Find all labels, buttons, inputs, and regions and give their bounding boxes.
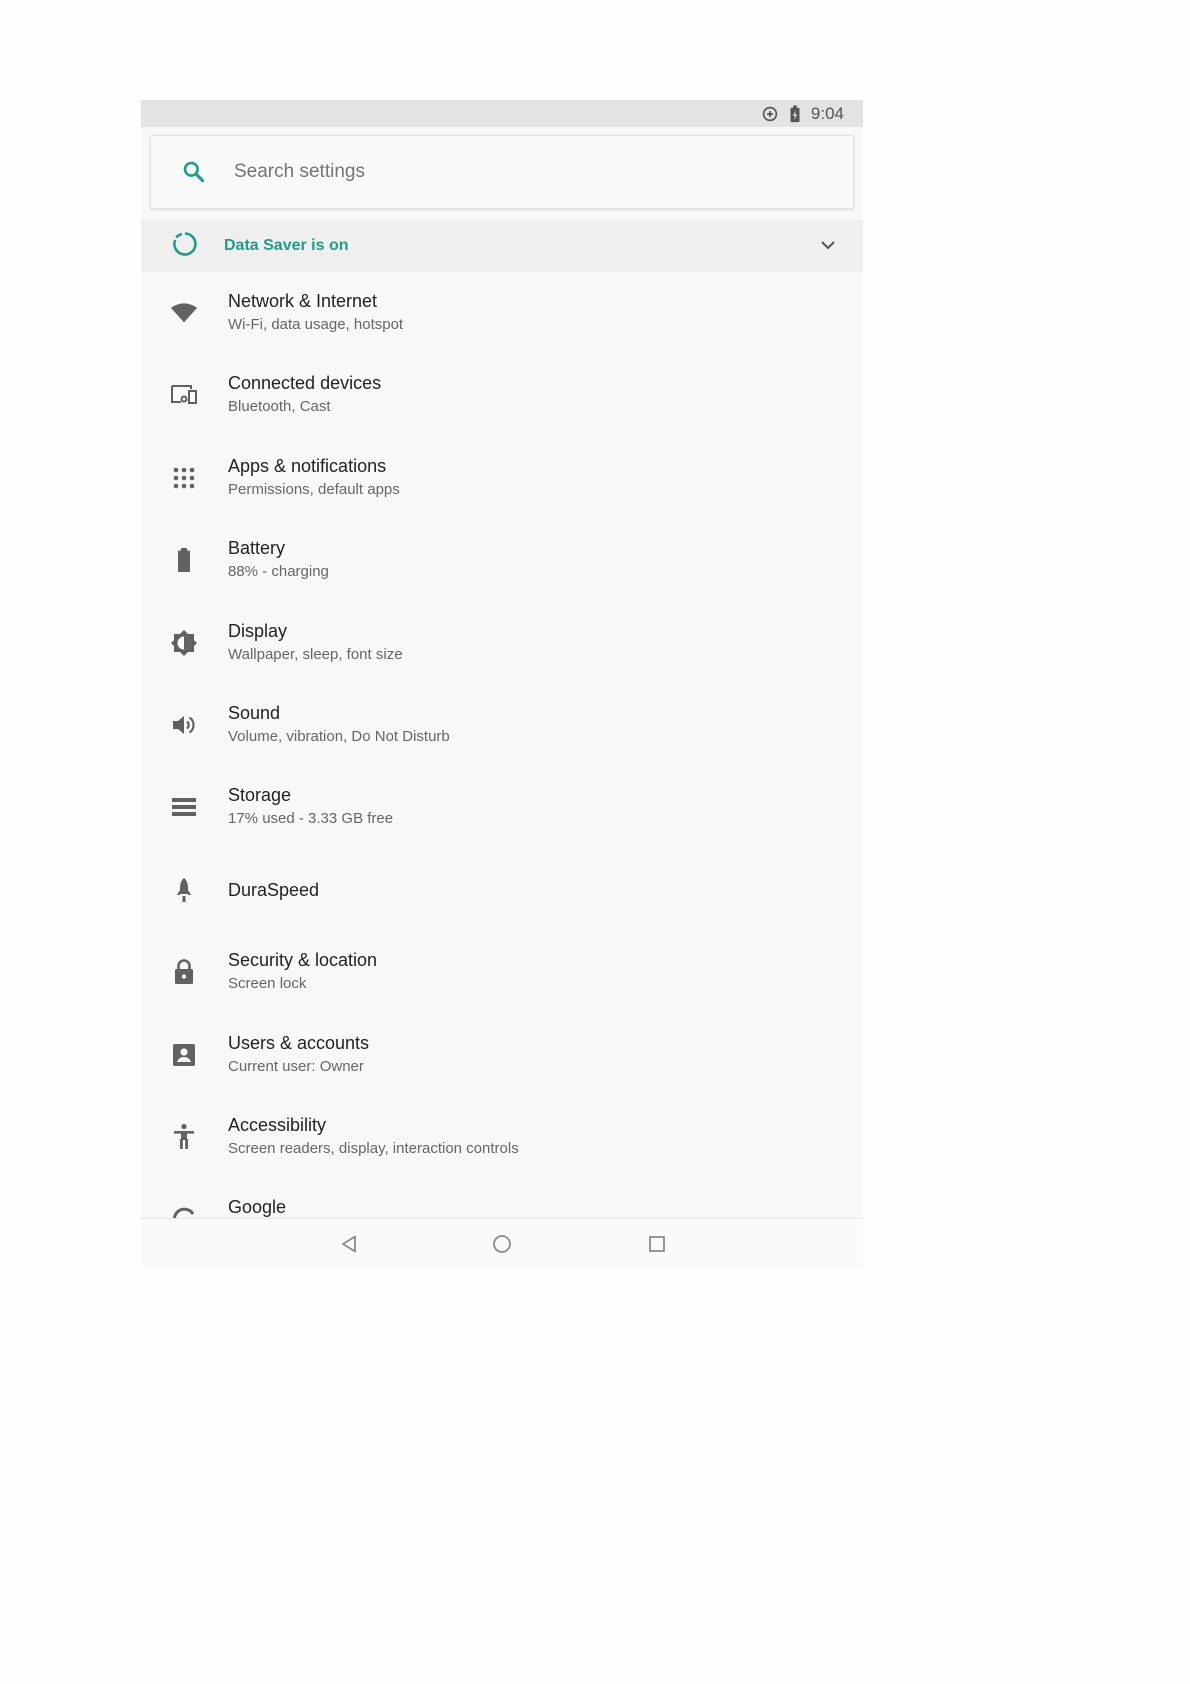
apps-grid-icon	[170, 464, 198, 492]
setting-subtitle: Screen readers, display, interaction con…	[228, 1139, 519, 1157]
navigation-bar	[141, 1218, 863, 1268]
setting-title: Network & Internet	[228, 291, 378, 311]
setting-title: Battery	[228, 538, 286, 559]
search-placeholder: Search settings	[234, 161, 365, 182]
setting-subtitle: Wallpaper, sleep, font size	[228, 645, 403, 663]
setting-title: Display	[228, 620, 288, 641]
brightness-icon	[170, 629, 198, 657]
data-saver-icon	[172, 231, 198, 262]
setting-accessibility[interactable]: Accessibility Screen readers, display, i…	[141, 1096, 863, 1178]
devices-icon	[170, 381, 198, 409]
chevron-down-icon[interactable]	[819, 236, 837, 259]
data-saver-label: Data Saver is on	[224, 237, 349, 254]
setting-subtitle: Permissions, default apps	[228, 480, 400, 498]
back-icon[interactable]	[335, 1230, 363, 1258]
rocket-icon	[170, 876, 198, 904]
account-box-icon	[170, 1041, 198, 1069]
settings-list: Network & Internet Wi-Fi, data usage, ho…	[141, 272, 863, 1261]
setting-subtitle: Bluetooth, Cast	[228, 398, 331, 416]
battery-icon	[170, 546, 198, 574]
setting-network-internet[interactable]: Network & Internet Wi-Fi, data usage, ho…	[141, 272, 863, 354]
settings-screen: 9:04 Search settings Data Saver is on Ne…	[141, 100, 863, 1268]
setting-apps-notifications[interactable]: Apps & notifications Permissions, defaul…	[141, 437, 863, 519]
setting-title: Connected devices	[228, 373, 382, 394]
setting-subtitle: Screen lock	[228, 975, 307, 993]
wifi-icon	[170, 299, 198, 327]
setting-title: Accessibility	[228, 1114, 327, 1135]
setting-title: Storage	[228, 785, 292, 806]
setting-title: Users & accounts	[228, 1032, 370, 1053]
accessibility-icon	[170, 1123, 198, 1151]
setting-title: Sound	[228, 702, 281, 723]
setting-connected-devices[interactable]: Connected devices Bluetooth, Cast	[141, 354, 863, 436]
setting-title: Apps & notifications	[228, 455, 387, 476]
data-saver-status-icon	[761, 105, 779, 123]
setting-subtitle: 88% - charging	[228, 563, 329, 581]
setting-subtitle: Current user: Owner	[228, 1057, 364, 1075]
storage-icon	[170, 793, 198, 821]
status-time: 9:04	[810, 103, 844, 123]
setting-security-location[interactable]: Security & location Screen lock	[141, 931, 863, 1013]
setting-title: DuraSpeed	[228, 879, 320, 900]
setting-storage[interactable]: Storage 17% used - 3.33 GB free	[141, 766, 863, 848]
setting-subtitle: 17% used - 3.33 GB free	[228, 810, 394, 828]
setting-battery[interactable]: Battery 88% - charging	[141, 519, 863, 601]
setting-subtitle: Volume, vibration, Do Not Disturb	[228, 727, 450, 745]
setting-display[interactable]: Display Wallpaper, sleep, font size	[141, 602, 863, 684]
setting-sound[interactable]: Sound Volume, vibration, Do Not Disturb	[141, 684, 863, 766]
search-icon	[183, 161, 205, 183]
status-bar: 9:04	[141, 100, 863, 127]
setting-subtitle: Wi-Fi, data usage, hotspot	[228, 316, 404, 333]
setting-title: Google	[228, 1197, 287, 1218]
search-bar[interactable]: Search settings	[150, 135, 854, 209]
setting-title: Security & location	[228, 950, 378, 971]
setting-duraspeed[interactable]: DuraSpeed	[141, 849, 863, 931]
setting-users-accounts[interactable]: Users & accounts Current user: Owner	[141, 1014, 863, 1096]
data-saver-banner[interactable]: Data Saver is on	[141, 220, 863, 272]
recents-icon[interactable]	[643, 1230, 671, 1258]
volume-icon	[170, 711, 198, 739]
lock-icon	[170, 958, 198, 986]
battery-charging-icon	[789, 104, 801, 123]
home-icon[interactable]	[488, 1230, 516, 1258]
